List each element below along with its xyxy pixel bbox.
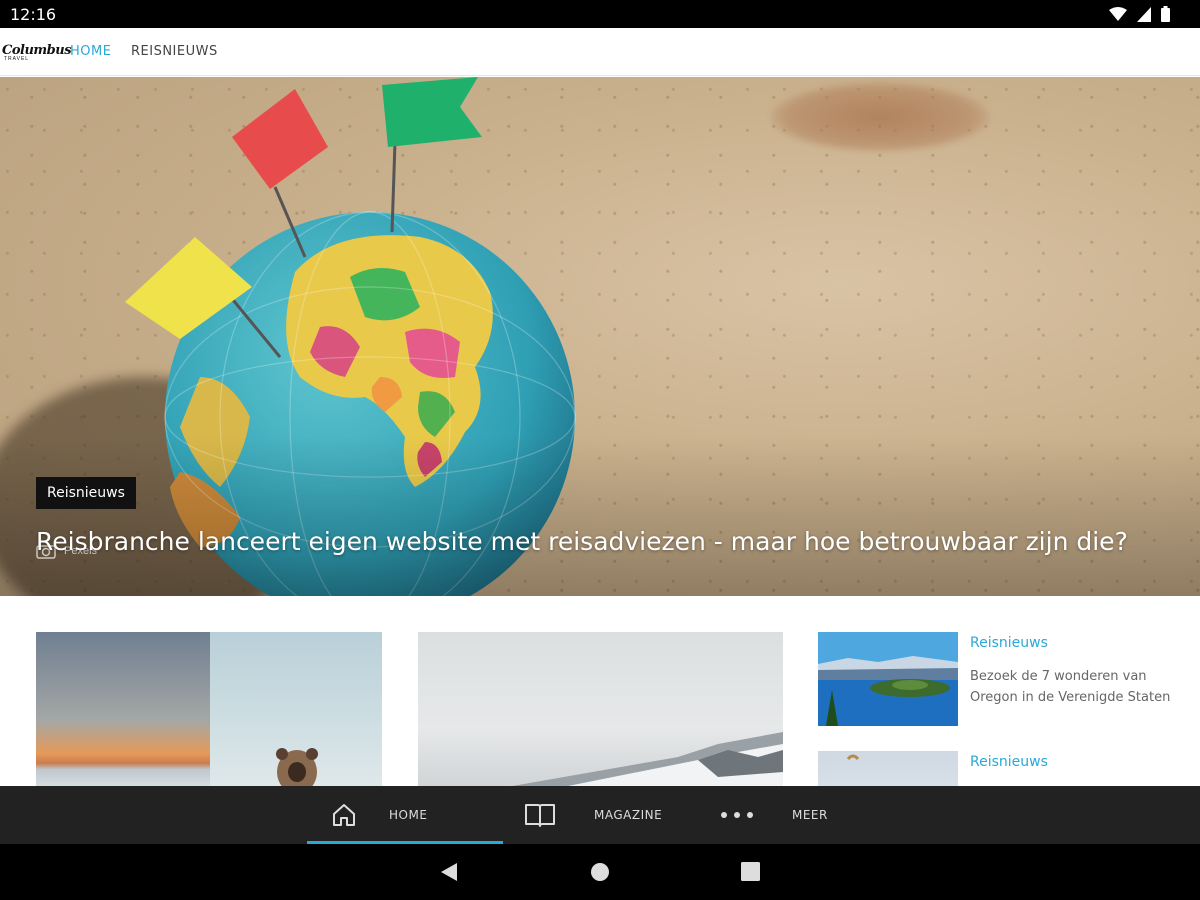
hero-gradient xyxy=(0,436,1200,596)
status-icons xyxy=(1109,6,1170,22)
side-article-1-category[interactable]: Reisnieuws xyxy=(970,635,1048,651)
bottom-nav-magazine[interactable]: MAGAZINE xyxy=(518,786,698,844)
recents-icon[interactable] xyxy=(741,862,760,881)
sunset-sky-image xyxy=(36,632,210,786)
side-article-1-image xyxy=(818,632,958,726)
bird-figure xyxy=(846,754,860,761)
logo-subtext: TRAVEL xyxy=(4,56,30,62)
book-icon xyxy=(525,804,555,827)
snowy-mountain-image xyxy=(512,732,783,786)
bottom-nav-meer[interactable]: MEER xyxy=(715,786,865,844)
leaf-blur xyxy=(770,82,990,152)
tab-reisnieuws[interactable]: REISNIEUWS xyxy=(131,44,218,59)
crater-lake-image xyxy=(818,632,958,726)
bottom-nav: HOME MAGAZINE MEER xyxy=(0,786,1200,844)
bottom-nav-magazine-label: MAGAZINE xyxy=(594,808,663,822)
hero-category-badge[interactable]: Reisnieuws xyxy=(36,477,136,509)
hero-title[interactable]: Reisbranche lanceert eigen website met r… xyxy=(36,527,1176,556)
side-article-2[interactable]: Reisnieuws xyxy=(818,751,1178,786)
wifi-icon xyxy=(1109,6,1127,21)
top-nav: Columbus TRAVEL HOME REISNIEUWS xyxy=(0,28,1200,76)
system-nav-bar xyxy=(0,844,1200,900)
bottom-nav-home[interactable]: HOME xyxy=(307,786,503,844)
back-icon[interactable] xyxy=(440,862,458,882)
article-card-2-image[interactable] xyxy=(418,632,783,786)
hero-article[interactable]: Reisnieuws Pexels Reisbranche lanceert e… xyxy=(0,77,1200,596)
article-card-1-image[interactable] xyxy=(36,632,382,786)
side-article-2-image xyxy=(818,751,958,786)
bottom-nav-home-label: HOME xyxy=(389,808,428,822)
article-grid: Reisnieuws Bezoek de 7 wonderen van Oreg… xyxy=(0,596,1200,786)
side-article-1-title[interactable]: Bezoek de 7 wonderen van Oregon in de Ve… xyxy=(970,666,1190,708)
signal-icon xyxy=(1137,6,1151,22)
side-article-2-category[interactable]: Reisnieuws xyxy=(970,754,1048,770)
fox-figure xyxy=(276,748,318,786)
home-circle-icon[interactable] xyxy=(590,862,610,882)
arctic-fox-image xyxy=(210,632,382,786)
tab-home[interactable]: HOME xyxy=(70,44,111,59)
status-bar: 12:16 xyxy=(0,0,1200,28)
side-article-1[interactable]: Reisnieuws Bezoek de 7 wonderen van Oreg… xyxy=(818,632,1178,732)
battery-icon xyxy=(1161,6,1170,22)
status-time: 12:16 xyxy=(10,5,57,24)
bottom-nav-meer-label: MEER xyxy=(792,808,828,822)
more-icon xyxy=(721,812,753,818)
home-icon xyxy=(333,804,355,826)
columbus-logo[interactable]: Columbus TRAVEL xyxy=(2,41,72,63)
